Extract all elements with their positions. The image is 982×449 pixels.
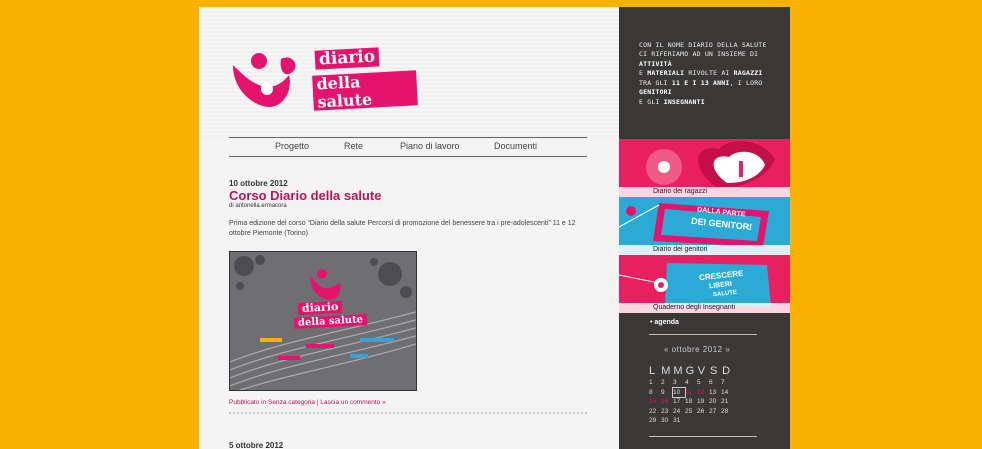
main-column: diario della salute Progetto Rete Piano … — [199, 7, 619, 449]
calendar-day[interactable]: 29 — [649, 416, 661, 426]
calendar-day[interactable]: 18 — [685, 397, 697, 407]
calendar-week: 1234567 — [649, 378, 734, 388]
post-author[interactable]: di antonella.ermacora — [229, 203, 589, 209]
page: diario della salute Progetto Rete Piano … — [199, 7, 790, 449]
calendar-day[interactable]: 31 — [673, 416, 685, 426]
logo-figure-icon — [233, 53, 296, 107]
calendar-day[interactable]: 1 — [649, 378, 661, 388]
calendar-day[interactable]: 7 — [721, 378, 733, 388]
header: diario della salute — [199, 7, 619, 137]
post-thumbnail[interactable]: diario della salute — [229, 251, 417, 391]
calendar-weekday: M — [661, 365, 671, 377]
banner-label-insegnanti: Quaderno degli Insegnanti — [619, 303, 790, 313]
intro-attivita: attività — [639, 59, 672, 68]
intro-e-gli: e gli — [639, 97, 660, 106]
calendar-day — [697, 416, 709, 426]
post-divider — [229, 412, 587, 414]
calendar-weekday: V — [697, 365, 706, 377]
calendar-day[interactable]: 10 — [672, 386, 686, 398]
calendar-day[interactable]: 11 — [685, 388, 697, 398]
calendar-day[interactable]: 19 — [697, 397, 709, 407]
logo-word-della-salute: della salute — [312, 70, 418, 111]
calendar-day[interactable]: 12 — [697, 388, 709, 398]
calendar-divider — [649, 436, 757, 437]
agenda-title[interactable]: • agenda — [650, 319, 679, 326]
post-excerpt: Prima edizione del corso “Diario della s… — [229, 219, 576, 238]
agenda-divider — [649, 334, 757, 335]
calendar-weekday: M — [673, 365, 683, 377]
post-date: 10 ottobre 2012 — [229, 179, 288, 188]
calendar-day[interactable]: 30 — [661, 416, 673, 426]
calendar-day[interactable]: 17 — [673, 397, 685, 407]
calendar-day[interactable]: 26 — [697, 407, 709, 417]
calendar-week: 15 16 17 18 19 20 21 — [649, 397, 734, 407]
calendar-day[interactable]: 2 — [661, 378, 673, 388]
post-meta[interactable]: Pubblicato in Senza categoria | Lascia u… — [229, 399, 386, 406]
intro-rivolte: rivolte ai — [688, 69, 730, 78]
calendar-day[interactable]: 28 — [721, 407, 733, 417]
calendar-weekday: G — [685, 365, 695, 377]
nav-item-progetto[interactable]: Progetto — [275, 141, 309, 151]
calendar-day[interactable]: 9 — [661, 388, 673, 398]
calendar-week: 22 23 24 25 26 27 28 — [649, 407, 734, 417]
calendar-weekday: D — [722, 365, 731, 377]
calendar-week: 8 9 10 11 12 13 14 — [649, 386, 734, 398]
calendar-day[interactable]: 16 — [661, 397, 673, 407]
calendar-day[interactable]: 13 — [709, 388, 721, 398]
calendar-day[interactable]: 23 — [661, 407, 673, 417]
calendar-day[interactable]: 3 — [673, 378, 685, 388]
calendar-day[interactable]: 8 — [649, 388, 661, 398]
intro-insegnanti: insegnanti — [663, 97, 705, 106]
calendar-day[interactable]: 21 — [721, 397, 733, 407]
calendar-day — [709, 416, 721, 426]
banner-label-genitori: Diario dei genitori — [619, 245, 790, 255]
calendar-header[interactable]: « ottobre 2012 » — [664, 345, 730, 354]
calendar-day[interactable]: 14 — [721, 388, 733, 398]
site-logo[interactable]: diario della salute — [227, 43, 418, 113]
calendar-day[interactable]: 5 — [697, 378, 709, 388]
sidebar: Con il nome Diario della Salute ci rifer… — [619, 7, 790, 449]
calendar-day[interactable]: 15 — [649, 397, 661, 407]
calendar-day[interactable]: 22 — [649, 407, 661, 417]
intro-materiali: materiali — [647, 69, 685, 78]
calendar-weekday: L — [649, 365, 656, 377]
logo-word-diario: diario — [314, 47, 380, 69]
calendar-grid: L M M G V S D 1 2 3 4 5 6 7 8 9 10 11 12 13 14 15 16 17 1… — [649, 364, 734, 426]
intro-line-1: Con il nome Diario della Salute — [639, 41, 767, 49]
intro-line-2: ci riferiamo ad un insieme di — [639, 50, 759, 59]
main-navigation: Progetto Rete Piano di lavoro Documenti — [229, 137, 587, 157]
calendar-day — [685, 416, 697, 426]
banner-diario-ragazzi[interactable]: Diario dei ragazzi — [619, 139, 790, 197]
nav-item-rete[interactable]: Rete — [344, 141, 363, 151]
banner-label-ragazzi: Diario dei ragazzi — [619, 187, 790, 197]
calendar-day[interactable]: 27 — [709, 407, 721, 417]
thumbnail-word-diario: diario — [297, 300, 343, 316]
nav-item-piano-di-lavoro[interactable]: Piano di lavoro — [400, 141, 460, 151]
calendar-weekday: S — [709, 365, 718, 377]
nav-item-documenti[interactable]: Documenti — [494, 141, 537, 151]
calendar-day[interactable]: 4 — [685, 378, 697, 388]
post: 10 ottobre 2012 Corso Diario della salut… — [229, 179, 589, 414]
intro-e: e — [639, 69, 644, 78]
calendar-weeks: 1 2 3 4 5 6 7 8 9 10 11 12 13 14 15 16 17 18 19 20 21 22 23 24 2… — [649, 378, 734, 426]
sidebar-intro: Con il nome Diario della Salute ci rifer… — [639, 41, 789, 107]
calendar-day[interactable]: 25 — [685, 407, 697, 417]
calendar-day[interactable]: 6 — [709, 378, 721, 388]
calendar-day[interactable]: 24 — [673, 407, 685, 417]
calendar-day — [721, 416, 733, 426]
intro-tra-gli: tra gli — [639, 78, 668, 87]
intro-eta: 11 e i 13 anni — [671, 78, 730, 87]
post-title[interactable]: Corso Diario della salute — [229, 189, 589, 203]
banner-quaderno-insegnanti[interactable]: CRESCERE LIBERI SALUTE Quaderno degli In… — [619, 255, 790, 313]
calendar-weekdays: L M M G V S D — [649, 364, 734, 378]
intro-i-loro: , i loro — [729, 78, 763, 87]
calendar-week: 29 30 31 — [649, 416, 734, 426]
intro-ragazzi: ragazzi — [733, 69, 763, 78]
intro-genitori: genitori — [639, 88, 672, 97]
post-date-2: 5 ottobre 2012 — [229, 441, 284, 449]
calendar-day[interactable]: 20 — [709, 397, 721, 407]
banner-diario-genitori[interactable]: DALLA PARTE DEI GENITORI Diario dei geni… — [619, 197, 790, 255]
